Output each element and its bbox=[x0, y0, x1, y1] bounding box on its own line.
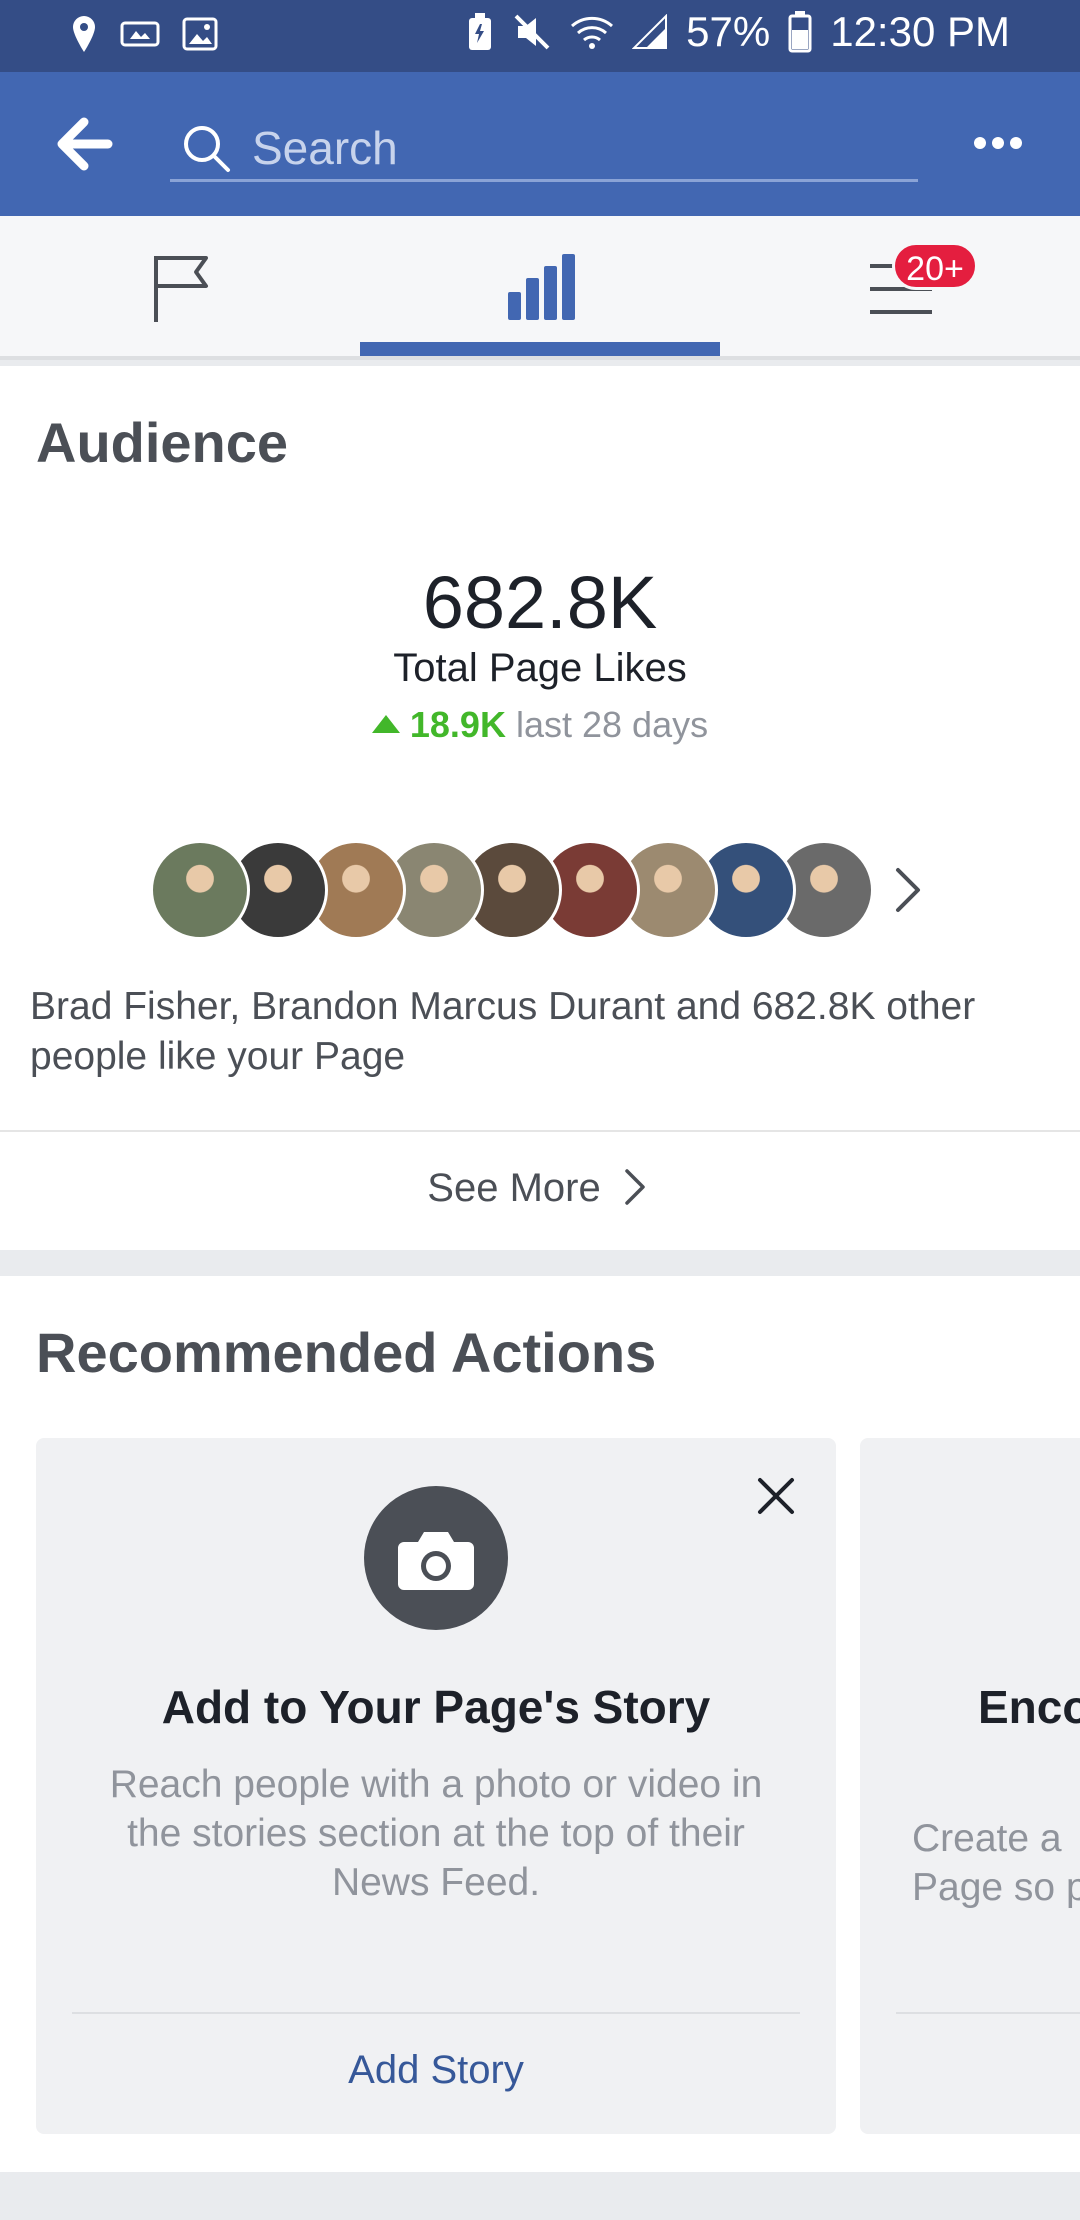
search-bar[interactable] bbox=[170, 114, 918, 182]
up-arrow-icon bbox=[371, 715, 400, 733]
recommended-actions-card: Recommended Actions Add to Your Page's S… bbox=[0, 1276, 1080, 2172]
avatar[interactable] bbox=[150, 840, 250, 940]
see-more-button[interactable]: See More bbox=[0, 1166, 1080, 1211]
action-card-title: Enco bbox=[978, 1681, 1080, 1733]
tab-menu[interactable] bbox=[720, 216, 1080, 356]
action-card-title: Add to Your Page's Story bbox=[161, 1681, 711, 1733]
nav-bar bbox=[0, 72, 1080, 216]
divider bbox=[72, 2012, 800, 2014]
divider bbox=[896, 2012, 1080, 2014]
likes-growth: 18.9K last 28 days bbox=[0, 704, 1080, 746]
notification-badge: 20+ bbox=[892, 242, 978, 290]
close-icon[interactable] bbox=[754, 1474, 798, 1518]
tab-page[interactable] bbox=[0, 216, 360, 356]
battery-percent: 57% bbox=[686, 8, 771, 55]
chevron-right-icon[interactable] bbox=[888, 860, 928, 920]
image-icon bbox=[182, 17, 218, 51]
battery-saver-icon bbox=[469, 13, 492, 50]
search-icon bbox=[184, 126, 230, 172]
action-card-next[interactable]: Enco Create a Page so p bbox=[860, 1438, 1080, 2134]
location-icon bbox=[73, 16, 95, 52]
action-card-add-story[interactable]: Add to Your Page's Story Reach people wi… bbox=[36, 1438, 836, 2134]
divider bbox=[0, 1130, 1080, 1132]
camera-icon bbox=[364, 1486, 508, 1630]
action-card-description: Create a Page so p bbox=[912, 1817, 1080, 1909]
action-card-description: Reach people with a photo or video in th… bbox=[109, 1763, 763, 1904]
chevron-right-icon bbox=[624, 1169, 645, 1205]
back-arrow-icon[interactable] bbox=[54, 116, 114, 172]
wifi-icon bbox=[571, 16, 614, 49]
tab-bar: 20+ bbox=[0, 216, 1080, 360]
battery-icon bbox=[788, 11, 812, 53]
active-tab-indicator bbox=[360, 342, 720, 356]
audience-title: Audience bbox=[36, 411, 289, 474]
sports-icon bbox=[120, 21, 160, 47]
audience-card: Audience 682.8K Total Page Likes 18.9K l… bbox=[0, 366, 1080, 1250]
flag-icon bbox=[154, 256, 208, 322]
likers-text: Brad Fisher, Brandon Marcus Durant and 6… bbox=[30, 985, 976, 1078]
growth-value: 18.9K bbox=[409, 704, 506, 745]
clock: 12:30 PM bbox=[830, 8, 1010, 55]
growth-period: last 28 days bbox=[515, 704, 709, 745]
total-likes-label: Total Page Likes bbox=[393, 646, 687, 690]
recommended-title: Recommended Actions bbox=[36, 1321, 657, 1384]
signal-icon bbox=[632, 14, 668, 49]
insights-icon bbox=[508, 254, 575, 320]
tab-insights[interactable] bbox=[360, 216, 720, 356]
see-more-label: See More bbox=[427, 1166, 601, 1210]
status-bar: 57% 12:30 PM bbox=[0, 0, 1080, 72]
search-input[interactable] bbox=[252, 118, 852, 178]
more-options-icon[interactable] bbox=[974, 128, 1030, 158]
add-story-button[interactable]: Add Story bbox=[36, 2048, 836, 2093]
total-likes-value: 682.8K bbox=[422, 561, 658, 644]
mute-icon bbox=[514, 14, 550, 50]
